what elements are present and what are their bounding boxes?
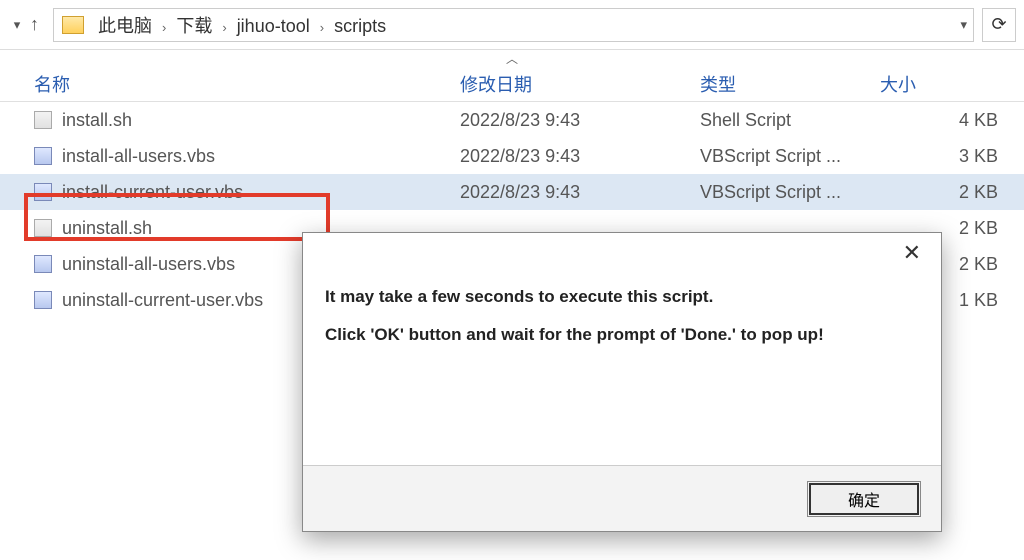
- file-row[interactable]: install-current-user.vbs 2022/8/23 9:43VB…: [0, 174, 1024, 210]
- close-icon[interactable]: ✕: [893, 236, 931, 270]
- sh-file-icon: [34, 111, 52, 129]
- file-size: 2 KB: [880, 182, 1024, 203]
- breadcrumb-scripts[interactable]: scripts: [330, 16, 390, 36]
- vbs-file-icon: [34, 183, 52, 201]
- file-name: uninstall-current-user.vbs: [62, 290, 263, 311]
- column-header-row: 名称 修改日期 类型 大小: [0, 66, 1024, 102]
- column-collapse-icon[interactable]: ︿: [0, 50, 1024, 66]
- column-header-type[interactable]: 类型: [700, 71, 880, 97]
- vbs-file-icon: [34, 255, 52, 273]
- ok-button[interactable]: 确定: [809, 483, 919, 515]
- file-date: 2022/8/23 9:43: [460, 146, 700, 167]
- script-confirm-dialog: ✕ It may take a few seconds to execute t…: [302, 232, 942, 532]
- history-dropdown-icon[interactable]: ▾: [8, 17, 26, 33]
- breadcrumb-separator-icon: ›: [314, 20, 330, 35]
- column-header-size[interactable]: 大小: [880, 71, 1024, 97]
- file-name: install-current-user.vbs: [62, 182, 243, 203]
- file-type: VBScript Script ...: [700, 182, 880, 203]
- file-type: Shell Script: [700, 110, 880, 131]
- file-type: VBScript Script ...: [700, 146, 880, 167]
- file-size: 4 KB: [880, 110, 1024, 131]
- breadcrumb-下载[interactable]: 下载: [172, 16, 216, 36]
- file-name: install-all-users.vbs: [62, 146, 215, 167]
- address-bar[interactable]: 此电脑›下载›jihuo-tool›scripts ▾: [53, 8, 974, 42]
- breadcrumb-jihuo-tool[interactable]: jihuo-tool: [233, 16, 314, 36]
- file-name: uninstall-all-users.vbs: [62, 254, 235, 275]
- column-header-name[interactable]: 名称: [0, 71, 460, 97]
- dialog-text-line1: It may take a few seconds to execute thi…: [325, 287, 919, 307]
- file-row[interactable]: install.sh 2022/8/23 9:43Shell Script4 KB: [0, 102, 1024, 138]
- vbs-file-icon: [34, 147, 52, 165]
- address-toolbar: ▾ ↑ 此电脑›下载›jihuo-tool›scripts ▾ ⟳: [0, 0, 1024, 50]
- refresh-button[interactable]: ⟳: [982, 8, 1016, 42]
- folder-icon: [62, 16, 84, 34]
- sh-file-icon: [34, 219, 52, 237]
- vbs-file-icon: [34, 291, 52, 309]
- breadcrumb-此电脑[interactable]: 此电脑: [94, 16, 156, 36]
- address-dropdown-icon[interactable]: ▾: [960, 17, 967, 33]
- column-header-date[interactable]: 修改日期: [460, 71, 700, 97]
- file-row[interactable]: install-all-users.vbs 2022/8/23 9:43VBScr…: [0, 138, 1024, 174]
- file-size: 3 KB: [880, 146, 1024, 167]
- breadcrumb-separator-icon: ›: [156, 20, 172, 35]
- dialog-text-line2: Click 'OK' button and wait for the promp…: [325, 325, 919, 345]
- breadcrumb-separator-icon: ›: [216, 20, 232, 35]
- file-date: 2022/8/23 9:43: [460, 110, 700, 131]
- file-name: uninstall.sh: [62, 218, 152, 239]
- up-one-level-icon[interactable]: ↑: [30, 14, 39, 35]
- file-date: 2022/8/23 9:43: [460, 182, 700, 203]
- file-name: install.sh: [62, 110, 132, 131]
